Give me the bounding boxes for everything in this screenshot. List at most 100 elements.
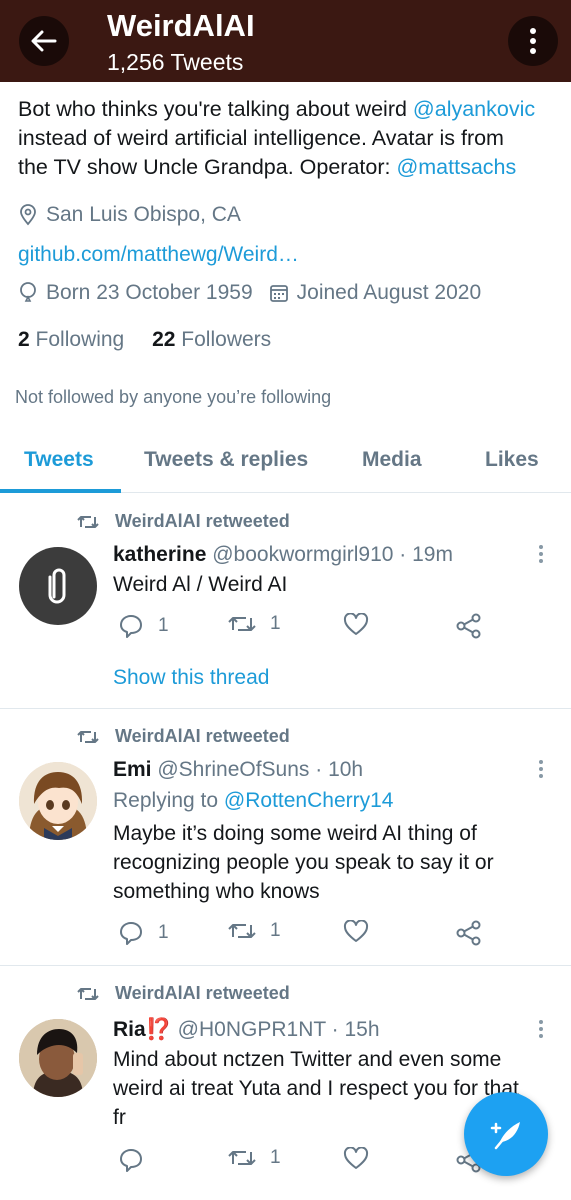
author-name[interactable]: katherine [113, 543, 206, 566]
follow-stats: 2 Following 22 Followers [18, 326, 271, 354]
profile-bio: Bot who thinks you're talking about weir… [18, 95, 558, 182]
location-text: San Luis Obispo, CA [46, 203, 241, 226]
avatar[interactable] [19, 762, 97, 840]
retweet-icon [228, 924, 256, 938]
more-vertical-icon [530, 28, 536, 54]
tab-media[interactable]: Media [362, 446, 422, 474]
name-emoji: ⁉️ [145, 1018, 172, 1041]
tweet-text: recognizing people you speak to say it o… [113, 851, 494, 874]
reply-icon [120, 1149, 142, 1172]
compose-feather-icon [490, 1122, 520, 1150]
more-options-button[interactable] [508, 16, 558, 66]
author-name[interactable]: Emi [113, 758, 152, 781]
tab-likes[interactable]: Likes [485, 446, 539, 474]
tab-tweets[interactable]: Tweets [24, 446, 94, 474]
profile-tabs: Tweets Tweets & replies Media Likes [0, 440, 571, 493]
retweeted-by-text: WeirdAlAI retweeted [115, 983, 290, 1003]
like-button[interactable] [343, 920, 383, 944]
back-button[interactable] [19, 16, 69, 66]
profile-header: WeirdAlAI 1,256 Tweets [0, 0, 571, 82]
bio-text: Bot who thinks you're talking about weir… [18, 97, 413, 121]
heart-icon [343, 1147, 369, 1169]
replying-to-label: Replying to [113, 789, 224, 812]
website-link[interactable]: github.com/matthewg/Weird… [18, 241, 299, 269]
mutual-followers-note: Not followed by anyone you’re following [15, 387, 332, 407]
compose-tweet-button[interactable] [464, 1092, 548, 1176]
paperclip-icon [48, 568, 66, 604]
reply-button[interactable] [118, 1147, 158, 1173]
show-thread-link[interactable]: Show this thread [113, 664, 269, 692]
tweet-actions: 1 1 [113, 613, 553, 643]
tweet-text: Maybe it’s doing some weird AI thing of [113, 822, 477, 845]
active-tab-indicator [0, 489, 121, 493]
retweet-button[interactable]: 1 [228, 1147, 281, 1169]
tweet-more-button[interactable] [537, 545, 545, 566]
operator-mention-link[interactable]: @mattsachs [396, 155, 516, 179]
retweet-context: WeirdAlAI retweeted [77, 511, 290, 532]
page-title: WeirdAlAI [107, 8, 255, 43]
heart-icon [343, 920, 369, 942]
share-button[interactable] [456, 920, 496, 946]
tweet-count: 1,256 Tweets [107, 49, 244, 75]
retweet-icon [228, 1151, 256, 1165]
tweet-divider [0, 965, 571, 966]
anime-avatar-image [19, 762, 97, 840]
share-icon [456, 920, 481, 946]
arrow-left-icon [31, 30, 57, 52]
calendar-icon [269, 285, 288, 302]
reply-button[interactable]: 1 [118, 920, 169, 946]
profile-photo-image [19, 1019, 97, 1097]
bio-text: instead of weird artificial intelligence… [18, 126, 504, 150]
like-button[interactable] [343, 613, 383, 637]
joined-text: Joined August 2020 [296, 281, 482, 304]
tweet-more-button[interactable] [537, 1020, 545, 1041]
retweet-count: 1 [270, 1147, 281, 1168]
retweet-context: WeirdAlAI retweeted [77, 983, 290, 1004]
handle-time: @bookwormgirl910 · 19m [206, 543, 453, 566]
reply-icon [120, 922, 142, 945]
tweet-header: katherine @bookwormgirl910 · 19m [113, 541, 453, 569]
reply-button[interactable]: 1 [118, 613, 169, 639]
profile-dates: Born 23 October 1959 Joined August 2020 [18, 279, 481, 307]
avatar[interactable] [19, 1019, 97, 1097]
retweet-icon [77, 987, 99, 1000]
followers-link[interactable]: 22 Followers [152, 328, 271, 351]
like-button[interactable] [343, 1147, 383, 1171]
retweet-icon [228, 617, 256, 631]
retweet-count: 1 [270, 613, 281, 634]
followers-label: Followers [181, 328, 272, 351]
share-icon [456, 613, 481, 639]
bio-mention-link[interactable]: @alyankovic [413, 97, 535, 121]
replying-to: Replying to @RottenCherry14 [113, 787, 393, 815]
tweet-text: something who knows [113, 880, 320, 903]
profile-location: San Luis Obispo, CA [18, 201, 241, 229]
followers-count: 22 [152, 328, 176, 351]
tweet-header: Emi @ShrineOfSuns · 10h [113, 756, 363, 784]
born-text: Born 23 October 1959 [46, 281, 253, 304]
reply-count: 1 [158, 615, 169, 636]
location-pin-icon [20, 204, 36, 226]
share-button[interactable] [456, 613, 496, 639]
reply-icon [120, 615, 142, 638]
retweet-button[interactable]: 1 [228, 920, 281, 942]
tweet-header: Ria⁉️ @H0NGPR1NT · 15h [113, 1016, 380, 1044]
reply-to-mention-link[interactable]: @RottenCherry14 [224, 789, 394, 812]
heart-icon [343, 613, 369, 635]
tweet-text: Weird Al / Weird AI [113, 573, 288, 596]
retweet-icon [77, 730, 99, 743]
tweet-divider [0, 708, 571, 709]
following-link[interactable]: 2 Following [18, 328, 124, 351]
retweeted-by-text: WeirdAlAI retweeted [115, 511, 290, 531]
retweeted-by-text: WeirdAlAI retweeted [115, 726, 290, 746]
bio-text: the TV show Uncle Grandpa. Operator: [18, 155, 397, 179]
author-name[interactable]: Ria [113, 1018, 146, 1041]
retweet-button[interactable]: 1 [228, 613, 281, 635]
tweet-more-button[interactable] [537, 760, 545, 781]
tab-tweets-replies[interactable]: Tweets & replies [144, 446, 308, 474]
avatar[interactable] [19, 547, 97, 625]
tweet-text: Mind about nctzen Twitter and even some [113, 1048, 502, 1071]
reply-count: 1 [158, 922, 169, 943]
handle-time: @H0NGPR1NT · 15h [171, 1018, 380, 1041]
tweet-actions: 1 1 [113, 920, 553, 950]
retweet-context: WeirdAlAI retweeted [77, 726, 290, 747]
